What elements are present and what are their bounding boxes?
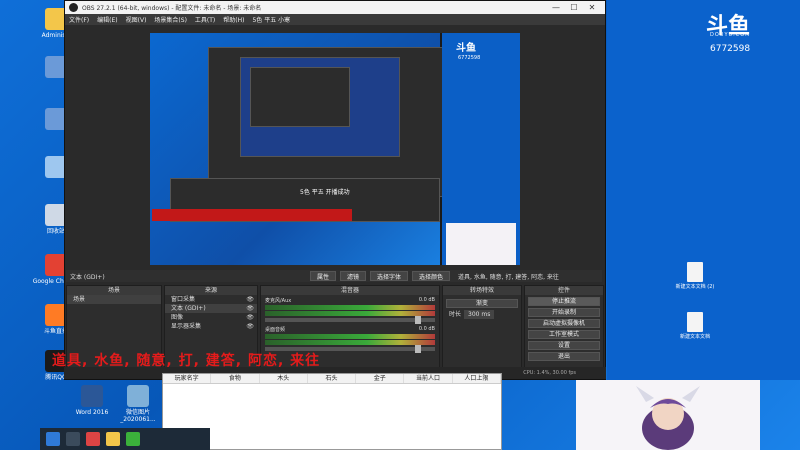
duration-input[interactable]: 300 ms — [464, 310, 495, 319]
wechat-icon[interactable] — [126, 432, 140, 446]
text-source-content[interactable]: 道具, 水鱼, 随意, 打, 建答, 阿恋, 来往 — [452, 272, 602, 281]
control-button[interactable]: 工作室模式 — [528, 330, 600, 339]
folder-icon[interactable] — [106, 432, 120, 446]
table-column-header[interactable]: 石头 — [308, 374, 357, 383]
mixer-dock-title: 混音器 — [261, 286, 439, 295]
source-item[interactable]: 文本 (GDI+) 👁 — [165, 304, 257, 313]
text-file-icon — [687, 312, 703, 332]
table-column-header[interactable]: 当前人口 — [404, 374, 453, 383]
character-image — [576, 380, 760, 450]
source-item[interactable]: 图像 👁 — [165, 313, 257, 322]
volume-slider-knob[interactable] — [414, 345, 421, 353]
volume-slider-knob[interactable] — [414, 316, 421, 324]
preview-douyu-id: 6772598 — [458, 55, 481, 61]
visibility-icon[interactable]: 👁 — [246, 304, 254, 313]
preview-status-text: 5色 平五 开播成功 — [300, 189, 350, 196]
douyu-room-id: 6772598 — [710, 44, 751, 54]
scenes-dock-title: 场景 — [67, 286, 161, 295]
menu-item[interactable]: 编辑(E) — [97, 15, 117, 24]
control-button[interactable]: 开始录制 — [528, 308, 600, 317]
select-color-button[interactable]: 选择颜色 — [411, 271, 450, 281]
visibility-icon[interactable]: 👁 — [246, 313, 254, 322]
source-item[interactable]: 窗口采集 👁 — [165, 295, 257, 304]
preview-danmaku-strip — [152, 209, 352, 221]
transitions-dock: 转场特效 渐变 时长 300 ms — [442, 285, 522, 378]
menu-item[interactable]: 帮助(H) — [223, 15, 244, 24]
table-column-header[interactable]: 人口上限 — [453, 374, 501, 383]
controls-dock-title: 控件 — [525, 286, 603, 295]
control-button[interactable]: 停止推流 — [528, 297, 600, 306]
duration-row: 时长 300 ms — [443, 310, 521, 319]
menu-item[interactable]: 场景集合(S) — [154, 15, 187, 24]
danmaku-overlay-text: 道具, 水鱼, 随意, 打, 建答, 阿恋, 来往 — [52, 353, 321, 369]
nested-obs-3 — [250, 67, 350, 127]
minimize-icon[interactable]: — — [547, 3, 565, 12]
word-icon — [81, 385, 103, 407]
mixer-track-db: 0.0 dB — [418, 297, 435, 303]
menu-item[interactable]: 5色 平五 小寒 — [252, 15, 290, 24]
transition-select[interactable]: 渐变 — [446, 299, 518, 308]
visibility-icon[interactable]: 👁 — [246, 322, 254, 331]
menu-item[interactable]: 工具(T) — [195, 15, 215, 24]
window-titlebar[interactable]: OBS 27.2.1 (64-bit, windows) - 配置文件: 未命名… — [65, 1, 605, 14]
mixer-track: 桌面音频 0.0 dB — [261, 324, 439, 353]
close-icon[interactable]: ✕ — [583, 3, 601, 12]
text-file-icon — [687, 262, 703, 282]
visibility-icon[interactable]: 👁 — [246, 295, 254, 304]
mixer-track-name: 桌面音频 — [265, 327, 286, 333]
sources-list: 窗口采集 👁 文本 (GDI+) 👁 图像 👁 显示器采集 👁 — [165, 295, 257, 331]
volume-slider[interactable] — [265, 316, 435, 324]
player-table: 玩家名字 食物 木头 石头 金子 当前人口 人口上限 — [162, 373, 502, 450]
transitions-dock-title: 转场特效 — [443, 286, 521, 295]
mixer-track: 麦克风/Aux 0.0 dB — [261, 295, 439, 324]
volume-meter — [265, 334, 435, 339]
controls-dock: 控件 停止推流开始录制启动虚拟摄像机 工作室模式设置退出 — [524, 285, 604, 378]
character-illustration — [636, 386, 700, 450]
volume-meter — [265, 305, 435, 310]
properties-button[interactable]: 属性 — [309, 271, 336, 281]
source-toolbar: 文本 (GDI+) 属性 滤镜 选择字体 选择颜色 道具, 水鱼, 随意, 打,… — [66, 270, 602, 282]
mixer-track-name: 麦克风/Aux — [265, 298, 292, 304]
mixer-track-header: 桌面音频 0.0 dB — [265, 326, 435, 333]
image-icon — [127, 385, 149, 407]
scene-item[interactable]: 场景 — [67, 295, 161, 304]
douyu-domain: DOUYU.COM — [710, 32, 751, 38]
window-title: OBS 27.2.1 (64-bit, windows) - 配置文件: 未命名… — [82, 5, 262, 12]
table-column-header[interactable]: 玩家名字 — [163, 374, 212, 383]
selected-source-label: 文本 (GDI+) — [70, 273, 105, 281]
table-header: 玩家名字 食物 木头 石头 金子 当前人口 人口上限 — [163, 374, 501, 384]
sources-dock-title: 来源 — [165, 286, 257, 295]
mixer-track-header: 麦克风/Aux 0.0 dB — [265, 297, 435, 304]
menu-item[interactable]: 文件(F) — [69, 15, 89, 24]
menu-bar: 文件(F) 编辑(E) 视图(V) 场景集合(S) 工具(T) 帮助(H) 5色 平五 小寒 — [65, 14, 605, 25]
control-button[interactable]: 退出 — [528, 352, 600, 361]
mixer-tracks: 麦克风/Aux 0.0 dB 桌面音频 0.0 dB — [261, 295, 439, 353]
taskbar-app-icon[interactable] — [86, 432, 100, 446]
preview-character-image — [446, 223, 516, 265]
control-button[interactable]: 启动虚拟摄像机 — [528, 319, 600, 328]
taskbar — [40, 428, 210, 450]
preview-douyu-logo: 斗鱼 — [456, 43, 476, 54]
table-column-header[interactable]: 食物 — [211, 374, 260, 383]
filters-button[interactable]: 滤镜 — [339, 271, 366, 281]
maximize-icon[interactable]: ☐ — [565, 3, 583, 12]
obs-logo-icon — [69, 3, 78, 12]
mixer-track-db: 0.0 dB — [418, 326, 435, 332]
desktop-file-2[interactable]: 新建文本文档 — [670, 312, 720, 340]
table-column-header[interactable]: 木头 — [260, 374, 308, 383]
search-icon[interactable] — [66, 432, 80, 446]
duration-label: 时长 — [449, 311, 462, 318]
volume-meter — [265, 340, 435, 345]
preview-canvas[interactable]: 5色 平五 开播成功 斗鱼 6772598 — [150, 33, 520, 265]
desktop-icon-image[interactable]: 微信图片_2020061... — [112, 385, 164, 423]
desktop-file-1[interactable]: 新建文本文档 (2) — [670, 262, 720, 290]
table-column-header[interactable]: 金子 — [356, 374, 405, 383]
menu-item[interactable]: 视图(V) — [126, 15, 147, 24]
control-button[interactable]: 设置 — [528, 341, 600, 350]
start-icon[interactable] — [46, 432, 60, 446]
source-item[interactable]: 显示器采集 👁 — [165, 322, 257, 331]
controls-list: 停止推流开始录制启动虚拟摄像机 工作室模式设置退出 — [525, 297, 603, 361]
volume-meter — [265, 311, 435, 316]
select-font-button[interactable]: 选择字体 — [369, 271, 408, 281]
